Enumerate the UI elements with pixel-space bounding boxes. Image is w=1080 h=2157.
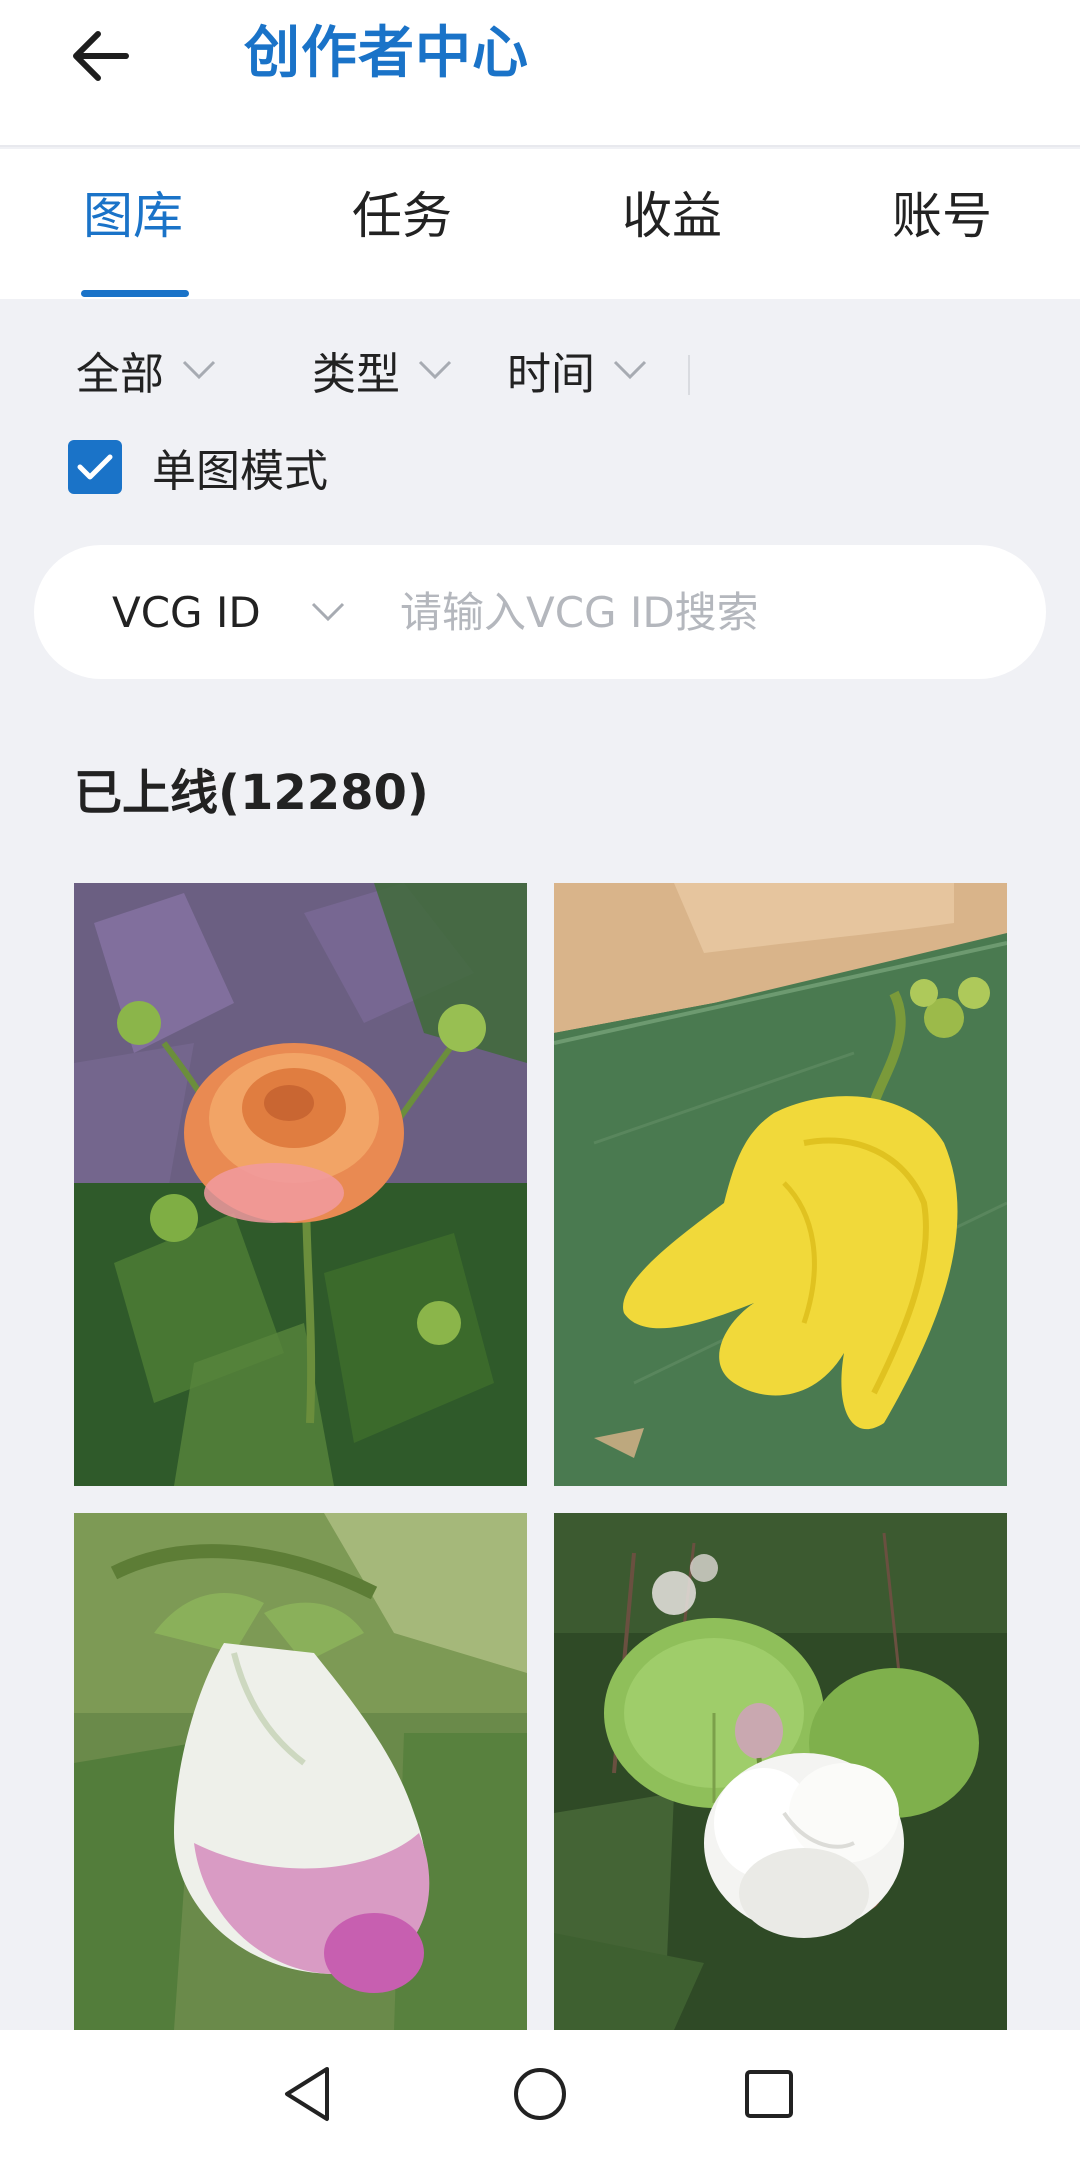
filter-row: 全部 类型 时间 xyxy=(0,335,1080,405)
filter-divider xyxy=(688,355,690,395)
single-mode-checkbox[interactable] xyxy=(68,440,122,494)
section-title: 已上线(12280) xyxy=(74,765,429,821)
filter-type-label: 类型 xyxy=(312,349,400,400)
nav-recents-square-icon xyxy=(745,2070,793,2118)
single-mode-toggle[interactable]: 单图模式 xyxy=(68,437,328,497)
filter-type[interactable]: 类型 xyxy=(312,335,452,405)
arrow-left-icon xyxy=(73,31,129,81)
active-tab-indicator xyxy=(81,290,189,297)
pink-white-bud-photo[interactable] xyxy=(74,1513,527,2030)
nav-recents-button[interactable] xyxy=(729,2054,809,2134)
top-bar: 创作者中心 xyxy=(0,0,1080,147)
search-type-label: VCG ID xyxy=(112,587,261,637)
tab-account[interactable]: 账号 xyxy=(892,181,992,251)
filter-time-label: 时间 xyxy=(507,349,595,400)
filter-time[interactable]: 时间 xyxy=(507,335,647,405)
nav-back-button[interactable] xyxy=(268,2054,348,2134)
search-input[interactable] xyxy=(400,577,1000,647)
system-nav-bar xyxy=(0,2030,1080,2157)
nav-home-button[interactable] xyxy=(500,2054,580,2134)
page-title: 创作者中心 xyxy=(244,21,529,86)
filter-all[interactable]: 全部 xyxy=(76,335,216,405)
chevron-down-icon xyxy=(418,360,452,380)
white-jasmine-photo[interactable] xyxy=(554,1513,1007,2030)
search-type-dropdown[interactable]: VCG ID xyxy=(112,577,345,647)
tab-bar: 图库 任务 收益 账号 xyxy=(0,149,1080,299)
check-icon xyxy=(77,454,113,480)
tab-earnings[interactable]: 收益 xyxy=(622,181,722,251)
nav-back-triangle-icon xyxy=(285,2067,329,2121)
filter-all-label: 全部 xyxy=(76,349,164,400)
tab-gallery[interactable]: 图库 xyxy=(83,181,183,251)
yellow-flower-photo[interactable] xyxy=(554,883,1007,1486)
tab-tasks[interactable]: 任务 xyxy=(352,181,452,251)
nav-home-circle-icon xyxy=(514,2068,566,2120)
single-mode-label: 单图模式 xyxy=(152,446,328,497)
chevron-down-icon xyxy=(613,360,647,380)
chevron-down-icon xyxy=(182,360,216,380)
back-button[interactable] xyxy=(60,20,140,92)
chevron-down-icon xyxy=(311,602,345,622)
orange-rose-photo[interactable] xyxy=(74,883,527,1486)
search-bar: VCG ID xyxy=(34,545,1046,679)
